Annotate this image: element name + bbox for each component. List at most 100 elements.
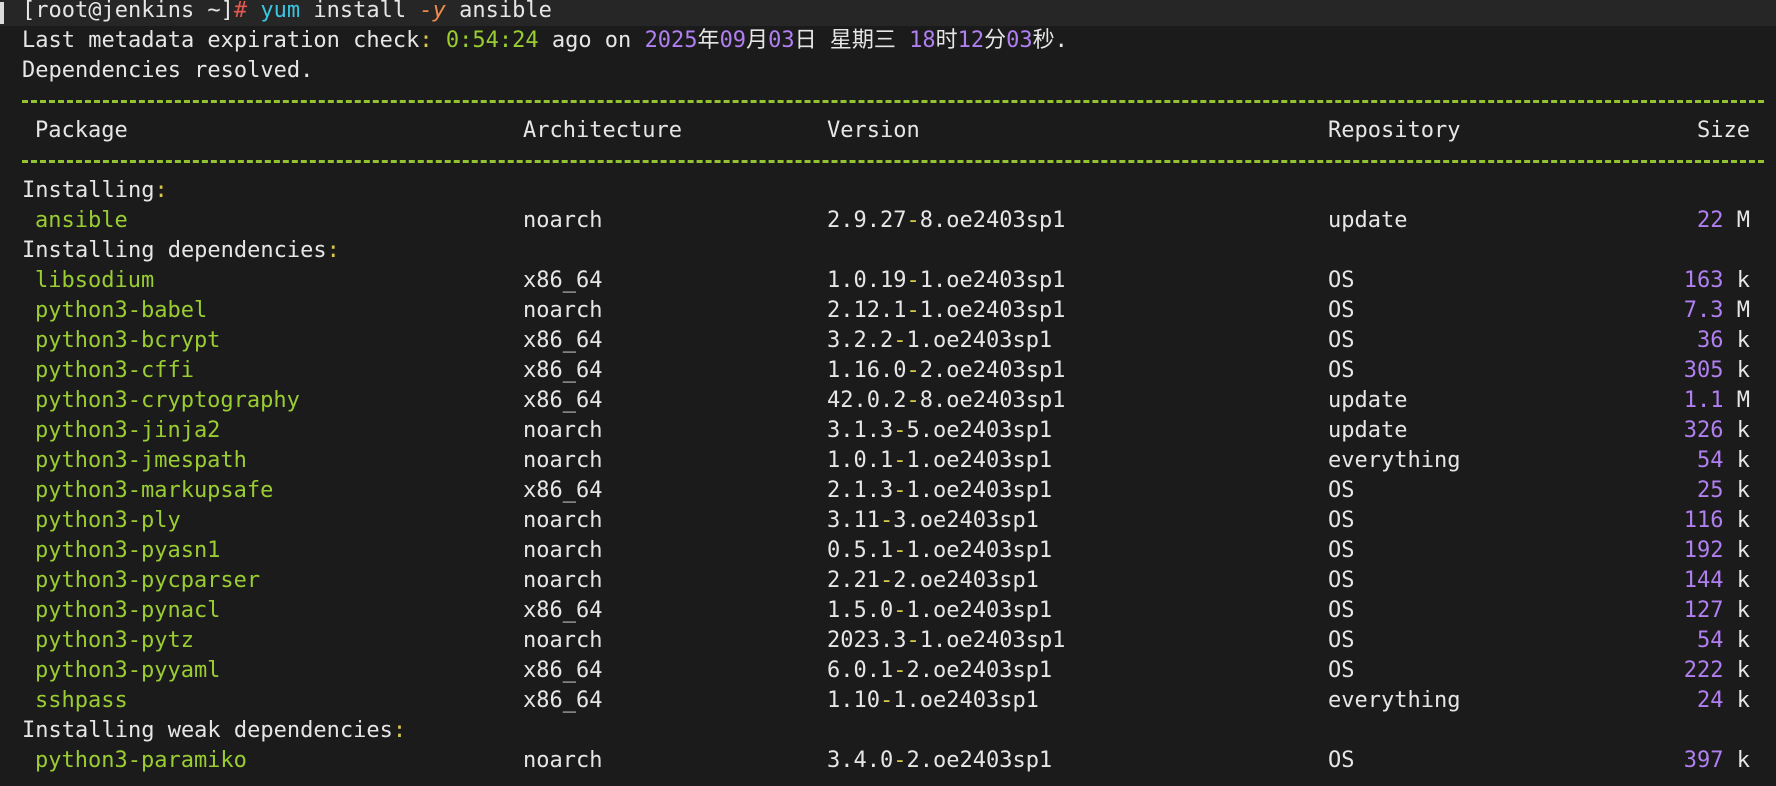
package-size: 1.1 M <box>1684 386 1750 416</box>
version-release: 5.oe2403sp1 <box>906 418 1053 443</box>
version-release: 8.oe2403sp1 <box>919 388 1066 413</box>
table-row: python3-jmespath noarch 1.0.1-1.oe2403sp1 e… <box>0 446 1776 476</box>
package-size: 7.3 M <box>1684 296 1750 326</box>
version-dash: - <box>893 328 907 353</box>
package-architecture: noarch <box>523 538 603 563</box>
size-number: 24 <box>1697 688 1724 713</box>
package-name: python3-paramiko <box>35 748 247 773</box>
size-number: 127 <box>1683 598 1724 623</box>
package-version: 2.1.3-1.oe2403sp1 <box>827 476 1052 506</box>
version-main: 3.4.0 <box>827 748 894 773</box>
version-release: 1.oe2403sp1 <box>906 538 1053 563</box>
package-version: 2023.3-1.oe2403sp1 <box>827 626 1065 656</box>
package-name: python3-markupsafe <box>35 478 274 503</box>
table-row: python3-jinja2 noarch 3.1.3-5.oe2403sp1 upd… <box>0 416 1776 446</box>
package-architecture: x86_64 <box>523 478 603 503</box>
package-version: 1.5.0-1.oe2403sp1 <box>827 596 1052 626</box>
terminal-window[interactable]: [root@jenkins ~]# yum install -y ansible… <box>0 0 1776 786</box>
size-number: 7.3 <box>1683 298 1724 323</box>
package-repository: OS <box>1328 508 1355 533</box>
version-dash: - <box>893 748 907 773</box>
size-unit: k <box>1736 568 1750 593</box>
dependencies-resolved: Dependencies resolved. <box>22 58 314 83</box>
section-dependencies: Installing dependencies: <box>22 236 340 266</box>
size-number: 54 <box>1697 448 1724 473</box>
version-release: 2.oe2403sp1 <box>906 658 1053 683</box>
size-number: 305 <box>1683 358 1724 383</box>
version-release: 1.oe2403sp1 <box>906 448 1053 473</box>
package-size: 36 k <box>1697 326 1750 356</box>
section-installing-label: Installing <box>22 178 155 203</box>
version-dash: - <box>906 388 920 413</box>
package-version: 1.10-1.oe2403sp1 <box>827 686 1039 716</box>
package-repository: everything <box>1328 688 1461 713</box>
package-size: 54 k <box>1697 446 1750 476</box>
size-number: 22 <box>1697 208 1724 233</box>
size-unit: k <box>1736 328 1750 353</box>
size-unit: M <box>1736 388 1750 413</box>
package-architecture: x86_64 <box>523 358 603 383</box>
package-name: python3-cffi <box>35 358 194 383</box>
section-weak-dependencies: Installing weak dependencies: <box>22 716 406 746</box>
metadata-line: Last metadata expiration check: 0:54:24 … <box>22 26 1068 56</box>
command-flag: -y <box>419 0 446 23</box>
package-version: 3.11-3.oe2403sp1 <box>827 506 1039 536</box>
version-release: 8.oe2403sp1 <box>919 208 1066 233</box>
section-dependencies-colon: : <box>326 238 340 263</box>
package-architecture: x86_64 <box>523 688 603 713</box>
version-dash: - <box>893 598 907 623</box>
table-row: python3-bcrypt x86_64 3.2.2-1.oe2403sp1 OS 3… <box>0 326 1776 356</box>
size-number: 222 <box>1683 658 1724 683</box>
package-repository: OS <box>1328 358 1355 383</box>
metadata-second: 03 <box>1006 28 1033 53</box>
package-name: python3-pycparser <box>35 568 261 593</box>
package-architecture: noarch <box>523 208 603 233</box>
version-main: 2.9.27 <box>827 208 907 233</box>
section-installing: Installing: <box>22 176 168 206</box>
version-dash: - <box>906 358 920 383</box>
package-repository: OS <box>1328 658 1355 683</box>
version-release: 1.oe2403sp1 <box>893 688 1039 713</box>
command-arg-package: ansible <box>459 0 552 23</box>
section-dependencies-label: Installing dependencies <box>22 238 327 263</box>
package-architecture: x86_64 <box>523 328 603 353</box>
version-main: 3.11 <box>827 508 880 533</box>
section-installing-colon: : <box>154 178 168 203</box>
prompt-symbol: # <box>233 0 248 23</box>
version-main: 2.1.3 <box>827 478 894 503</box>
metadata-minute: 12 <box>957 28 985 53</box>
package-name: python3-ply <box>35 508 181 533</box>
version-dash: - <box>906 628 920 653</box>
size-unit: k <box>1736 448 1750 473</box>
size-number: 192 <box>1683 538 1724 563</box>
package-size: 305 k <box>1684 356 1750 386</box>
table-row: libsodium x86_64 1.0.19-1.oe2403sp1 OS 163 k <box>0 266 1776 296</box>
version-release: 2.oe2403sp1 <box>919 358 1066 383</box>
package-repository: OS <box>1328 748 1355 773</box>
version-main: 2.21 <box>827 568 880 593</box>
package-name: python3-pyasn1 <box>35 538 221 563</box>
version-dash: - <box>906 298 920 323</box>
size-number: 54 <box>1697 628 1724 653</box>
version-main: 1.10 <box>827 688 880 713</box>
package-repository: update <box>1328 388 1408 413</box>
package-repository: update <box>1328 418 1408 443</box>
size-unit: k <box>1736 358 1750 383</box>
package-size: 127 k <box>1684 596 1750 626</box>
metadata-day: 03 <box>768 28 795 53</box>
package-repository: OS <box>1328 538 1355 563</box>
version-main: 2023.3 <box>827 628 907 653</box>
metadata-weekday: 星期三 <box>829 28 896 53</box>
version-main: 42.0.2 <box>827 388 907 413</box>
package-name: python3-babel <box>35 298 208 323</box>
version-dash: - <box>879 508 894 533</box>
size-unit: k <box>1736 598 1750 623</box>
package-architecture: noarch <box>523 628 603 653</box>
command-prompt[interactable]: [root@jenkins ~]# yum install -y ansible <box>22 0 552 26</box>
package-version: 0.5.1-1.oe2403sp1 <box>827 536 1052 566</box>
version-release: 1.oe2403sp1 <box>919 268 1066 293</box>
metadata-yue: 月 <box>746 28 769 53</box>
table-row: python3-pynacl x86_64 1.5.0-1.oe2403sp1 OS 1… <box>0 596 1776 626</box>
package-version: 1.0.19-1.oe2403sp1 <box>827 266 1065 296</box>
package-size: 192 k <box>1684 536 1750 566</box>
